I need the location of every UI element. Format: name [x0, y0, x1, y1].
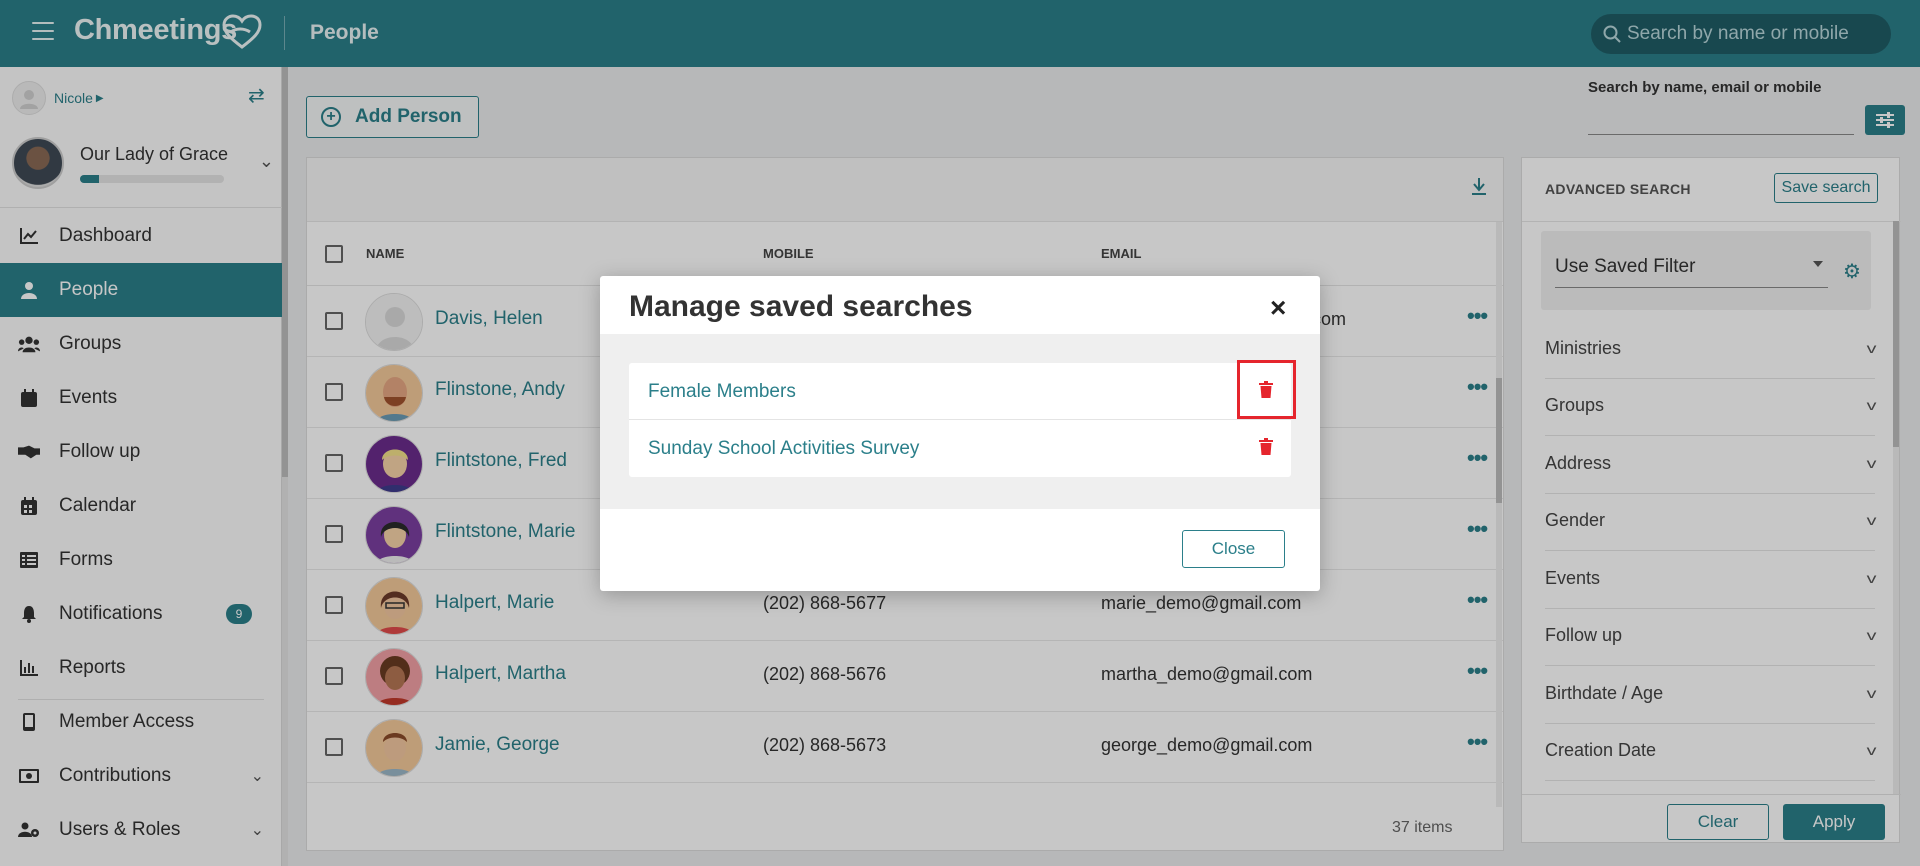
saved-search-link[interactable]: Female Members — [648, 381, 796, 403]
list-item: Female Members — [629, 360, 1296, 420]
list-item: Sunday School Activities Survey — [629, 420, 1291, 477]
close-icon[interactable]: × — [1270, 294, 1286, 322]
trash-icon[interactable] — [1259, 438, 1273, 455]
saved-search-link[interactable]: Sunday School Activities Survey — [648, 438, 919, 460]
modal-body: Female Members Sunday School Activities … — [600, 334, 1320, 509]
manage-saved-searches-modal: Manage saved searches × Female Members S… — [600, 276, 1320, 591]
trash-icon[interactable] — [1259, 381, 1273, 398]
saved-searches-list: Female Members Sunday School Activities … — [629, 360, 1296, 477]
modal-title: Manage saved searches — [629, 290, 973, 323]
close-button[interactable]: Close — [1182, 530, 1285, 568]
